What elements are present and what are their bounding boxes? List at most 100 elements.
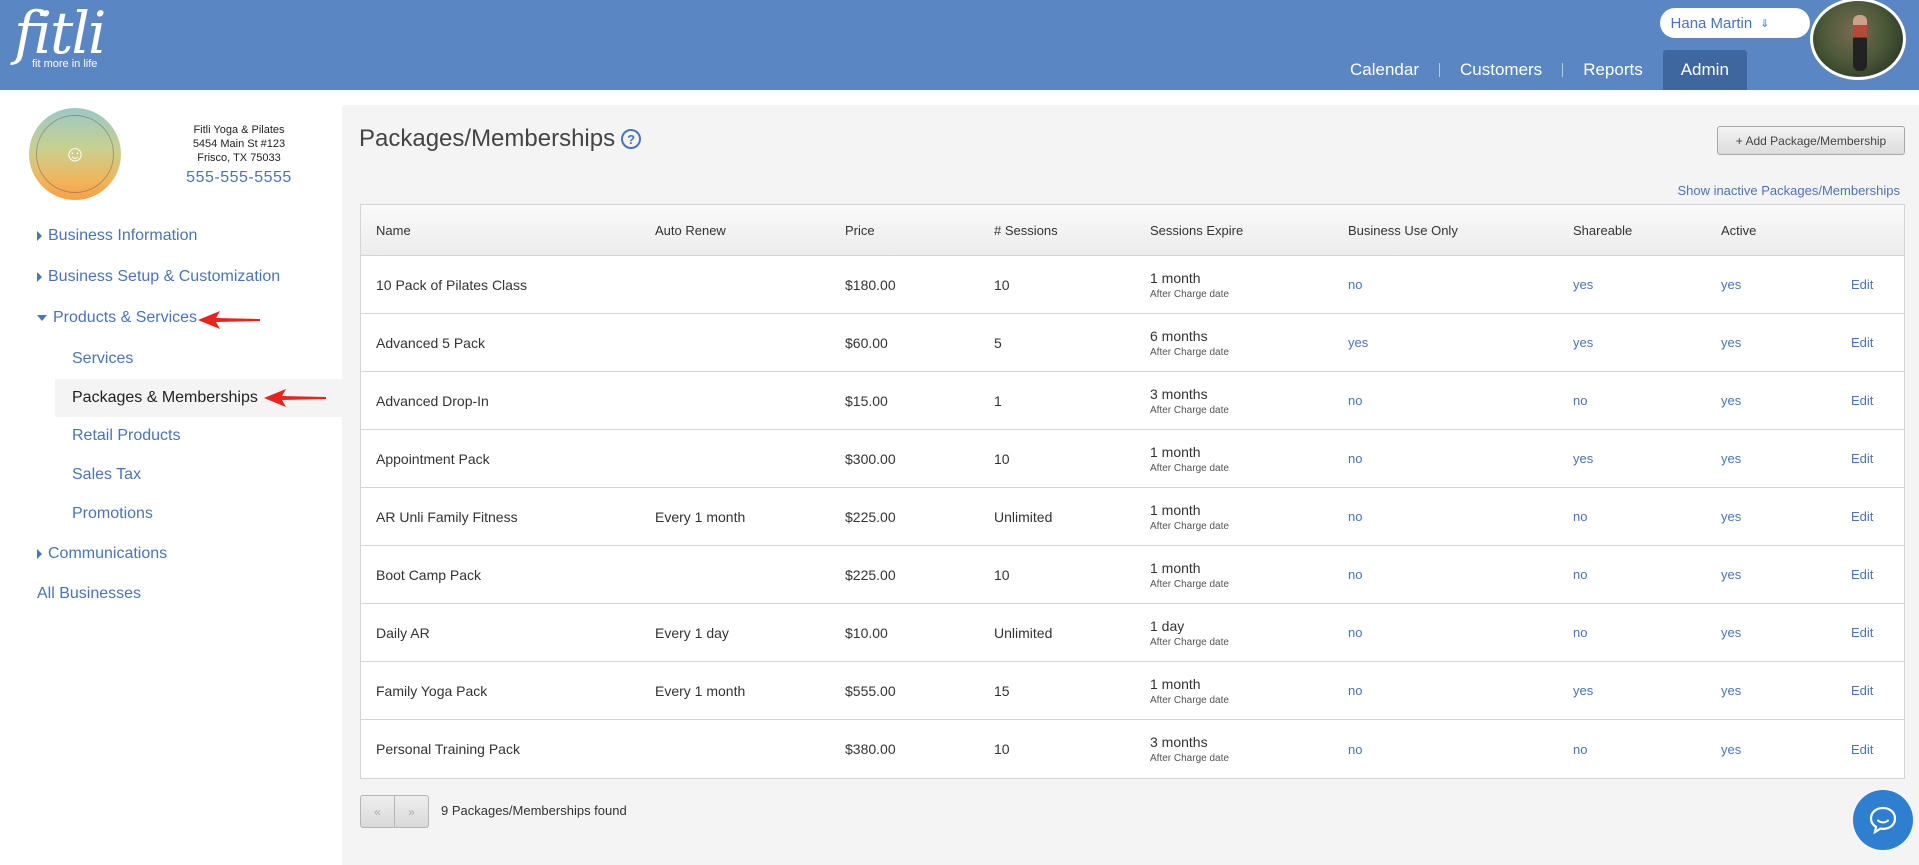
- cell-name: Appointment Pack: [376, 450, 490, 467]
- sidebar-item-business-information[interactable]: Business Information: [37, 227, 197, 245]
- cell-auto-renew: [655, 256, 835, 313]
- cell-active[interactable]: yes: [1721, 314, 1821, 371]
- edit-link[interactable]: Edit: [1851, 662, 1896, 719]
- column-header-auto-renew[interactable]: Auto Renew: [655, 205, 835, 255]
- expire-note: After Charge date: [1150, 636, 1229, 648]
- cell-sessions: 10: [994, 276, 1010, 293]
- sidebar-item-business-setup[interactable]: Business Setup & Customization: [37, 268, 280, 286]
- sidebar-item-services[interactable]: Services: [55, 340, 342, 378]
- fitli-logo[interactable]: fitli fit more in life: [14, 0, 106, 70]
- cell-sessions: 10: [994, 450, 1010, 467]
- page-title-text: Packages/Memberships: [359, 125, 616, 152]
- cell-shareable[interactable]: no: [1573, 546, 1693, 603]
- sidebar-item-all-businesses[interactable]: All Businesses: [37, 585, 141, 603]
- table-row: Advanced 5 Pack $60.00 5 yes yes yes Edit 6 mon…: [361, 314, 1904, 372]
- cell-business-use-only[interactable]: no: [1348, 720, 1528, 778]
- nav-calendar[interactable]: Calendar: [1330, 50, 1439, 90]
- business-info: Fitli Yoga & Pilates 5454 Main St #123 F…: [160, 123, 318, 187]
- question-circle-icon[interactable]: ?: [621, 129, 642, 149]
- expire-duration: 1 month: [1150, 675, 1201, 692]
- cell-active[interactable]: yes: [1721, 720, 1821, 778]
- cell-price: $225.00: [845, 508, 896, 525]
- expire-note: After Charge date: [1150, 288, 1229, 300]
- expire-duration: 1 month: [1150, 501, 1201, 518]
- table-row: Advanced Drop-In $15.00 1 no no yes Edit 3 mont…: [361, 372, 1904, 430]
- prev-page-button[interactable]: «: [361, 796, 394, 827]
- edit-link[interactable]: Edit: [1851, 604, 1896, 661]
- sidebar-item-promotions[interactable]: Promotions: [55, 495, 342, 533]
- cell-shareable[interactable]: yes: [1573, 662, 1693, 719]
- cell-shareable[interactable]: no: [1573, 720, 1693, 778]
- cell-price: $225.00: [845, 566, 896, 583]
- cell-business-use-only[interactable]: yes: [1348, 314, 1528, 371]
- logo-wordmark: fitli: [14, 0, 106, 67]
- edit-link[interactable]: Edit: [1851, 314, 1896, 371]
- cell-business-use-only[interactable]: no: [1348, 256, 1528, 313]
- column-header-shareable[interactable]: Shareable: [1573, 205, 1693, 255]
- edit-link[interactable]: Edit: [1851, 430, 1896, 487]
- cell-business-use-only[interactable]: no: [1348, 488, 1528, 545]
- user-name: Hana Martin: [1670, 14, 1753, 32]
- column-header-business-use-only[interactable]: Business Use Only: [1348, 205, 1528, 255]
- sidebar-item-communications[interactable]: Communications: [37, 545, 167, 563]
- cell-active[interactable]: yes: [1721, 488, 1821, 545]
- table-row: 10 Pack of Pilates Class $180.00 10 no yes ye…: [361, 256, 1904, 314]
- main-content: Packages/Memberships ? + Add Package/Mem…: [342, 105, 1919, 865]
- edit-link[interactable]: Edit: [1851, 546, 1896, 603]
- column-header-sessions-expire[interactable]: Sessions Expire: [1150, 205, 1330, 255]
- edit-link[interactable]: Edit: [1851, 720, 1896, 778]
- cell-price: $300.00: [845, 450, 896, 467]
- column-header-active[interactable]: Active: [1721, 205, 1821, 255]
- expire-duration: 3 months: [1150, 734, 1208, 750]
- cell-shareable[interactable]: no: [1573, 372, 1693, 429]
- cell-sessions-expire: 3 months After Charge date: [1150, 372, 1330, 429]
- nav-customers[interactable]: Customers: [1440, 50, 1562, 90]
- cell-auto-renew: [655, 430, 835, 487]
- cell-shareable[interactable]: yes: [1573, 314, 1693, 371]
- sidebar-item-products-services[interactable]: Products & Services: [37, 309, 197, 327]
- cell-shareable[interactable]: no: [1573, 488, 1693, 545]
- show-inactive-link[interactable]: Show inactive Packages/Memberships: [1672, 183, 1900, 198]
- edit-link[interactable]: Edit: [1851, 256, 1896, 313]
- edit-link[interactable]: Edit: [1851, 488, 1896, 545]
- sidebar-item-retail-products[interactable]: Retail Products: [55, 417, 342, 455]
- caret-right-icon: [37, 549, 42, 559]
- business-address-line2: Frisco, TX 75033: [197, 152, 281, 164]
- cell-sessions-expire: 3 months After Charge date: [1150, 720, 1330, 778]
- cell-business-use-only[interactable]: no: [1348, 604, 1528, 661]
- chat-bubble-icon[interactable]: [1853, 790, 1913, 850]
- nav-reports[interactable]: Reports: [1563, 50, 1663, 90]
- cell-shareable[interactable]: yes: [1573, 430, 1693, 487]
- column-header-sessions[interactable]: # Sessions: [994, 205, 1134, 255]
- expire-duration: 6 months: [1150, 327, 1208, 344]
- cell-active[interactable]: yes: [1721, 256, 1821, 313]
- business-phone[interactable]: 555-555-5555: [160, 169, 318, 187]
- cell-active[interactable]: yes: [1721, 604, 1821, 661]
- avatar[interactable]: [1810, 0, 1906, 80]
- nav-admin[interactable]: Admin: [1662, 50, 1747, 90]
- cell-active[interactable]: yes: [1721, 662, 1821, 719]
- sidebar-item-sales-tax[interactable]: Sales Tax: [55, 456, 342, 494]
- cell-shareable[interactable]: no: [1573, 604, 1693, 661]
- cell-shareable[interactable]: yes: [1573, 256, 1693, 313]
- add-package-button[interactable]: + Add Package/Membership: [1717, 126, 1905, 155]
- cell-business-use-only[interactable]: no: [1348, 430, 1528, 487]
- table-body: 10 Pack of Pilates Class $180.00 10 no yes ye…: [361, 256, 1904, 778]
- expire-note: After Charge date: [1150, 462, 1229, 474]
- cell-active[interactable]: yes: [1721, 372, 1821, 429]
- cell-business-use-only[interactable]: no: [1348, 372, 1528, 429]
- column-header-name[interactable]: Name: [376, 205, 646, 255]
- cell-sessions-expire: 1 month After Charge date: [1150, 546, 1330, 603]
- cell-active[interactable]: yes: [1721, 546, 1821, 603]
- column-header-price[interactable]: Price: [845, 205, 985, 255]
- top-header: fitli fit more in life Hana Martin ⇓ Cal…: [0, 0, 1919, 90]
- main-nav: Calendar Customers Reports Admin: [1330, 50, 1747, 90]
- cell-name: AR Unli Family Fitness: [376, 508, 518, 525]
- table-row: AR Unli Family Fitness Every 1 month $225.…: [361, 488, 1904, 546]
- cell-business-use-only[interactable]: no: [1348, 546, 1528, 603]
- next-page-button[interactable]: »: [394, 796, 428, 827]
- cell-active[interactable]: yes: [1721, 430, 1821, 487]
- user-menu-button[interactable]: Hana Martin ⇓: [1660, 8, 1810, 38]
- cell-business-use-only[interactable]: no: [1348, 662, 1528, 719]
- edit-link[interactable]: Edit: [1851, 372, 1896, 429]
